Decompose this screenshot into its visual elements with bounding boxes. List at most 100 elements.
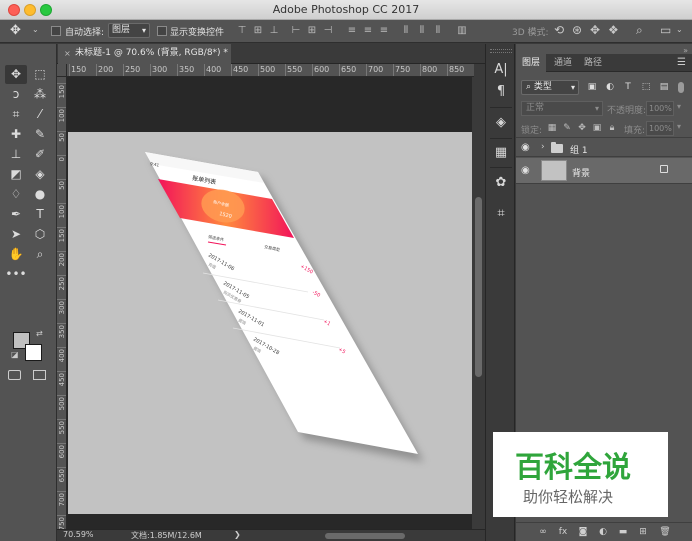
chevron-right-icon[interactable]: › bbox=[541, 142, 545, 152]
align-bottom-icon[interactable]: ⊥ bbox=[268, 25, 280, 36]
lasso-tool-icon[interactable]: ↄ bbox=[5, 85, 27, 104]
distribute-left-icon[interactable]: ⦀ bbox=[400, 25, 412, 36]
quick-mask-icon[interactable] bbox=[8, 370, 21, 380]
filter-toggle[interactable] bbox=[678, 82, 684, 93]
healing-brush-tool-icon[interactable]: ✚ bbox=[5, 125, 27, 144]
lock-artboard-icon[interactable]: ▣ bbox=[591, 122, 603, 134]
3d-slide-icon[interactable]: ❖ bbox=[608, 23, 619, 37]
new-group-icon[interactable]: ▬ bbox=[616, 526, 630, 538]
workspace-switcher-icon[interactable]: ▭ bbox=[660, 23, 671, 37]
distribute-top-icon[interactable]: ≡ bbox=[346, 25, 358, 36]
layer-row-group[interactable]: ◉ › 组 1 bbox=[516, 139, 692, 157]
vertical-ruler[interactable]: 150 100 50 0 50 100 150 200 250 300 350 400 450 500 55… bbox=[57, 77, 67, 529]
blend-mode-dropdown[interactable]: 正常 ▾ bbox=[521, 101, 603, 116]
visibility-eye-icon[interactable]: ◉ bbox=[521, 165, 530, 176]
align-hcenter-icon[interactable]: ⊞ bbox=[306, 25, 318, 36]
move-tool-preset-icon[interactable]: ✥ bbox=[10, 23, 21, 38]
eyedropper-tool-icon[interactable]: ⁄ bbox=[29, 105, 51, 124]
align-top-icon[interactable]: ⊤ bbox=[236, 25, 248, 36]
distribute-vcenter-icon[interactable]: ≡ bbox=[362, 25, 374, 36]
screen-mode-icon[interactable] bbox=[33, 370, 46, 380]
align-vcenter-icon[interactable]: ⊞ bbox=[252, 25, 264, 36]
crop-panel-icon[interactable]: ⌗ bbox=[490, 203, 512, 225]
filter-type-icon[interactable]: T bbox=[622, 81, 634, 93]
distribute-bottom-icon[interactable]: ≡ bbox=[378, 25, 390, 36]
distribute-right-icon[interactable]: ⦀ bbox=[432, 25, 444, 36]
fill-input[interactable]: 100% bbox=[646, 121, 674, 136]
background-color-swatch[interactable] bbox=[25, 344, 42, 361]
visibility-eye-icon[interactable]: ◉ bbox=[521, 142, 530, 153]
layer-row-background[interactable]: ◉ 背景 bbox=[516, 158, 692, 184]
zoom-level[interactable]: 70.59% bbox=[63, 530, 94, 539]
align-right-icon[interactable]: ⊣ bbox=[322, 25, 334, 36]
type-tool-icon[interactable]: T bbox=[29, 205, 51, 224]
lock-transparent-icon[interactable]: ▦ bbox=[546, 122, 558, 134]
horizontal-ruler[interactable]: 150 200 250 300 350 400 450 500 550 600 650 700 750 8… bbox=[67, 64, 474, 77]
chevron-down-icon[interactable]: ▾ bbox=[677, 102, 681, 111]
fx-icon[interactable]: fx bbox=[556, 526, 570, 538]
shape-tool-icon[interactable]: ⬡ bbox=[29, 225, 51, 244]
layer-filter-dropdown[interactable]: ⌕ 类型 ▾ bbox=[521, 80, 579, 95]
canvas[interactable]: 9:41 账单列表 账户余额 1520 筛选条件 交易类型 2017-11-06… bbox=[68, 132, 472, 514]
paint-bucket-tool-icon[interactable]: ◈ bbox=[29, 165, 51, 184]
swap-colors-icon[interactable]: ⇄ bbox=[36, 329, 43, 338]
layers-stack-icon[interactable]: ◈ bbox=[490, 112, 512, 134]
distribute-hcenter-icon[interactable]: ⦀ bbox=[416, 25, 428, 36]
path-selection-tool-icon[interactable]: ➤ bbox=[5, 225, 27, 244]
close-icon[interactable]: × bbox=[64, 44, 71, 63]
horizontal-scroll-thumb[interactable] bbox=[325, 533, 405, 539]
tab-layers[interactable]: 图层 bbox=[516, 54, 547, 72]
vertical-scrollbar[interactable] bbox=[472, 77, 485, 529]
3d-pan-icon[interactable]: ✥ bbox=[590, 23, 600, 37]
status-menu-arrow-icon[interactable]: ❯ bbox=[234, 530, 241, 539]
pen-tool-icon[interactable]: ✒ bbox=[5, 205, 27, 224]
new-adjustment-layer-icon[interactable]: ◐ bbox=[596, 526, 610, 538]
eraser-tool-icon[interactable]: ◩ bbox=[5, 165, 27, 184]
document-workspace[interactable]: 9:41 账单列表 账户余额 1520 筛选条件 交易类型 2017-11-06… bbox=[67, 77, 472, 529]
swatches-panel-icon[interactable]: ✿ bbox=[490, 172, 512, 194]
brush-tool-icon[interactable]: ✎ bbox=[29, 125, 51, 144]
chevron-down-icon[interactable]: ⌄ bbox=[676, 25, 683, 34]
zoom-tool-icon[interactable]: ⌕ bbox=[29, 245, 51, 264]
dodge-tool-icon[interactable]: ● bbox=[29, 185, 51, 204]
crop-tool-icon[interactable]: ⌗ bbox=[5, 105, 27, 124]
paragraph-panel-icon[interactable]: ¶ bbox=[490, 81, 512, 103]
lock-position-icon[interactable]: ✥ bbox=[576, 122, 588, 134]
history-brush-tool-icon[interactable]: ✐ bbox=[29, 145, 51, 164]
panel-menu-icon[interactable]: ☰ bbox=[677, 57, 686, 68]
tab-channels[interactable]: 通道 bbox=[548, 54, 578, 72]
marquee-tool-icon[interactable]: ⬚ bbox=[29, 65, 51, 84]
show-transform-checkbox[interactable] bbox=[157, 26, 167, 36]
add-mask-icon[interactable]: ◙ bbox=[576, 526, 590, 538]
search-icon[interactable]: ⌕ bbox=[636, 23, 643, 38]
auto-select-target-dropdown[interactable]: 图层 ▾ bbox=[108, 23, 150, 38]
opacity-input[interactable]: 100% bbox=[646, 101, 674, 116]
libraries-panel-icon[interactable]: ▦ bbox=[490, 142, 512, 164]
clone-stamp-tool-icon[interactable]: ⊥ bbox=[5, 145, 27, 164]
auto-align-icon[interactable]: ▥ bbox=[456, 25, 468, 36]
filter-smart-object-icon[interactable]: ▤ bbox=[658, 81, 670, 93]
filter-pixel-icon[interactable]: ▣ bbox=[586, 81, 598, 93]
3d-orbit-icon[interactable]: ⟲ bbox=[554, 23, 564, 37]
chevron-down-icon[interactable]: ▾ bbox=[677, 122, 681, 131]
magic-wand-tool-icon[interactable]: ⁂ bbox=[29, 85, 51, 104]
lock-image-icon[interactable]: ✎ bbox=[561, 122, 573, 134]
link-layers-icon[interactable]: ∞ bbox=[536, 526, 550, 538]
3d-roll-icon[interactable]: ⊛ bbox=[572, 23, 582, 37]
blur-tool-icon[interactable]: ♢ bbox=[5, 185, 27, 204]
align-left-icon[interactable]: ⊢ bbox=[290, 25, 302, 36]
dock-grip[interactable] bbox=[490, 49, 512, 53]
chevron-down-icon[interactable]: ⌄ bbox=[32, 25, 39, 34]
trash-icon[interactable]: 🗑︎ bbox=[658, 526, 672, 538]
vertical-scroll-thumb[interactable] bbox=[475, 197, 482, 377]
edit-toolbar-icon[interactable]: ••• bbox=[5, 265, 27, 284]
tab-paths[interactable]: 路径 bbox=[578, 54, 608, 72]
filter-adjustment-icon[interactable]: ◐ bbox=[604, 81, 616, 93]
filter-shape-icon[interactable]: ⬚ bbox=[640, 81, 652, 93]
document-tab[interactable]: × 未标题-1 @ 70.6% (背景, RGB/8*) * bbox=[58, 44, 231, 64]
move-tool-icon[interactable]: ✥ bbox=[5, 65, 27, 84]
new-layer-icon[interactable]: ⊞ bbox=[636, 526, 650, 538]
character-panel-icon[interactable]: A| bbox=[490, 59, 512, 81]
ruler-origin[interactable] bbox=[57, 64, 67, 77]
auto-select-checkbox[interactable] bbox=[51, 26, 61, 36]
